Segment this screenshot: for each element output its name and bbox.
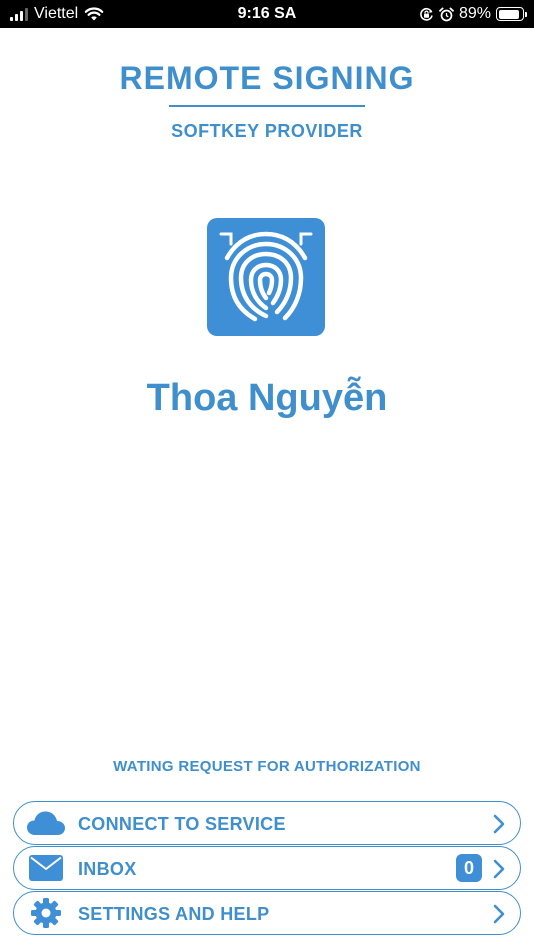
- chevron-right-icon: [493, 904, 505, 924]
- chevron-right-icon: [493, 814, 505, 834]
- inbox-label: INBOX: [78, 859, 137, 879]
- settings-and-help-button[interactable]: SETTINGS AND HELP: [13, 891, 521, 935]
- orientation-lock-icon: [420, 7, 433, 21]
- authorization-status: WATING REQUEST FOR AUTHORIZATION: [113, 758, 421, 775]
- settings-and-help-label: SETTINGS AND HELP: [78, 904, 270, 924]
- chevron-right-icon: [493, 859, 505, 879]
- gear-icon: [26, 898, 66, 928]
- user-name: Thoa Nguyễn: [146, 377, 388, 419]
- battery-level: [498, 9, 519, 19]
- connect-to-service-label: CONNECT TO SERVICE: [78, 814, 286, 834]
- fingerprint-logo: [207, 218, 325, 336]
- status-right: 89%: [419, 5, 527, 23]
- battery-icon: [496, 7, 527, 21]
- title-divider: [169, 105, 365, 107]
- app-subtitle: SOFTKEY PROVIDER: [171, 121, 363, 141]
- cloud-icon: [26, 808, 66, 838]
- battery-percent: 89%: [458, 5, 491, 22]
- mail-icon: [26, 853, 66, 883]
- alarm-icon: [439, 7, 454, 21]
- connect-to-service-button[interactable]: CONNECT TO SERVICE: [13, 801, 521, 845]
- inbox-button[interactable]: INBOX 0: [13, 846, 521, 890]
- app-title: REMOTE SIGNING: [119, 60, 415, 96]
- inbox-count-badge: 0: [456, 854, 482, 882]
- status-bar: Viettel 9:16 SA 89%: [0, 0, 534, 28]
- fingerprint-icon: [219, 231, 313, 322]
